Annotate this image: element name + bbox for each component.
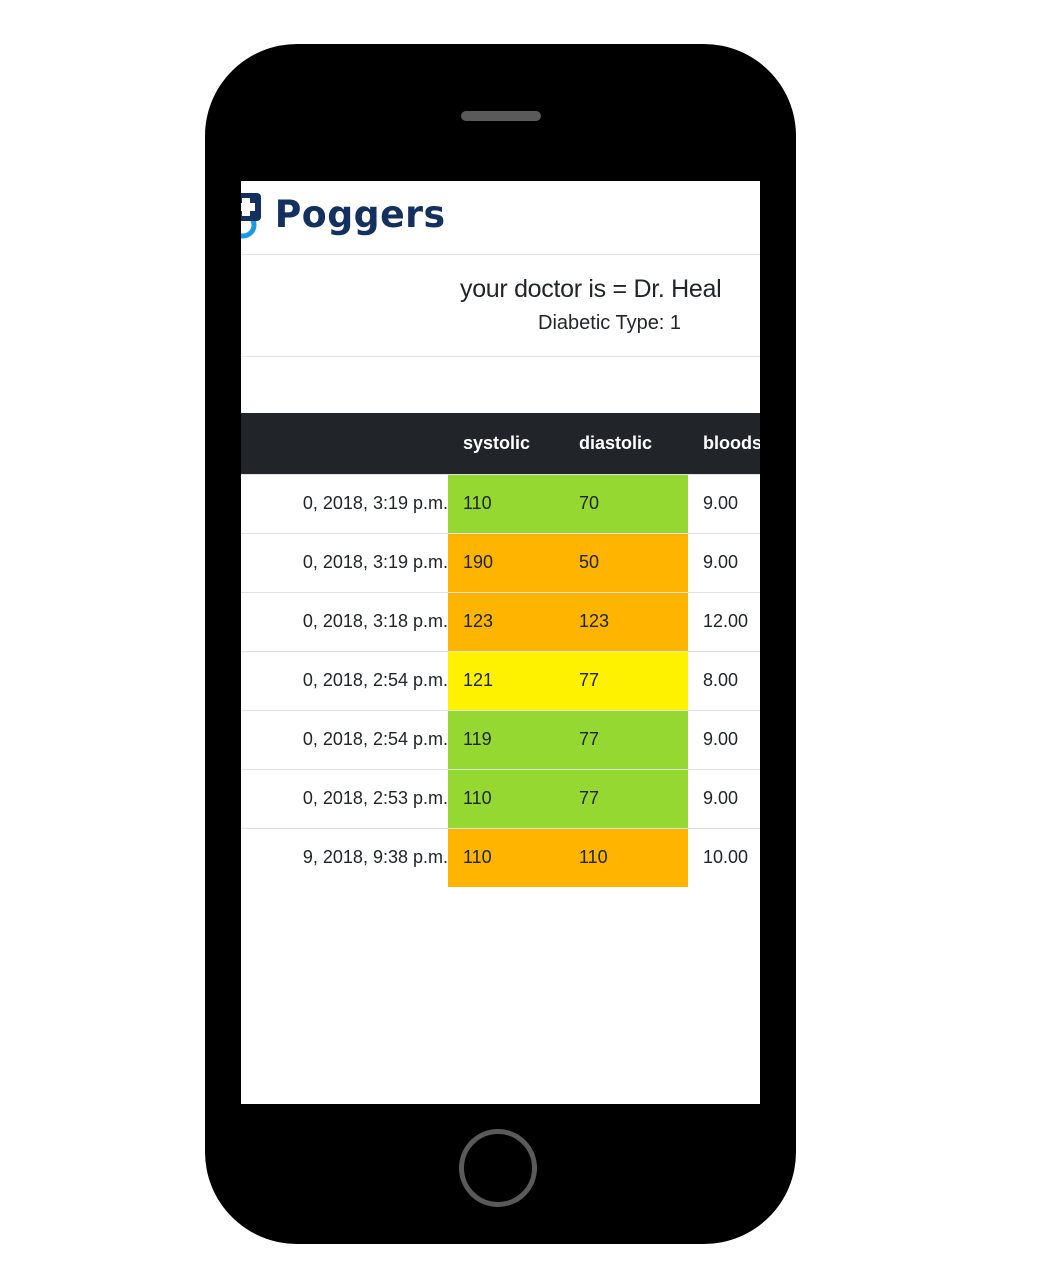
diastolic-value: 77 [564, 650, 688, 710]
header-bloodsugar: bloods [688, 413, 760, 474]
table-header-row: systolic diastolic bloods [241, 413, 760, 474]
diabetic-type: Diabetic Type: 1 [538, 312, 682, 334]
navbar: Poggers [241, 181, 760, 255]
reading-date: 0, 2018, 2:54 p.m. [241, 650, 448, 710]
medical-cross-icon [241, 193, 261, 239]
reading-date-text: 0, 2018, 3:18 p.m. [302, 611, 448, 631]
reading-date-text: 0, 2018, 3:19 p.m. [302, 493, 448, 513]
bloodsugar-value: 9.00 [688, 473, 760, 533]
reading-date-text: 0, 2018, 2:53 p.m. [302, 788, 448, 808]
reading-date-text: 0, 2018, 2:54 p.m. [302, 670, 448, 690]
table-row: 0, 2018, 3:19 p.m. 190 50 9.00 [241, 532, 760, 592]
systolic-value: 110 [448, 827, 564, 887]
bloodsugar-value: 9.00 [688, 768, 760, 828]
reading-date: 0, 2018, 3:19 p.m. [241, 473, 448, 533]
diastolic-value: 50 [564, 532, 688, 592]
brand-name: Poggers [274, 193, 446, 236]
table-row: 0, 2018, 2:54 p.m. 121 77 8.00 [241, 650, 760, 710]
phone-speaker [461, 111, 541, 121]
diastolic-value: 77 [564, 709, 688, 769]
systolic-value: 119 [448, 709, 564, 769]
header-date [241, 413, 448, 474]
diastolic-value: 123 [564, 591, 688, 651]
reading-date-text: 9, 2018, 9:38 p.m. [302, 847, 448, 868]
systolic-value: 110 [448, 768, 564, 828]
systolic-value: 123 [448, 591, 564, 651]
systolic-value: 110 [448, 473, 564, 533]
table-row: 0, 2018, 2:54 p.m. 119 77 9.00 [241, 709, 760, 769]
reading-date-text: 0, 2018, 2:54 p.m. [302, 729, 448, 749]
table-row: 0, 2018, 2:53 p.m. 110 77 9.00 [241, 768, 760, 828]
systolic-value: 121 [448, 650, 564, 710]
reading-date: 0, 2018, 3:18 p.m. [241, 591, 448, 651]
diastolic-value: 70 [564, 473, 688, 533]
home-button[interactable] [459, 1129, 537, 1207]
table-row: 0, 2018, 3:19 p.m. 110 70 9.00 [241, 473, 760, 533]
bloodsugar-value: 8.00 [688, 650, 760, 710]
header-systolic: systolic [448, 413, 564, 474]
doctor-name: your doctor is = Dr. Heal [460, 275, 722, 303]
brand-logo[interactable]: Poggers [241, 189, 447, 241]
reading-date: 9, 2018, 9:38 p.m. [241, 827, 448, 887]
bloodsugar-value: 12.00 [688, 591, 760, 651]
header-diastolic: diastolic [564, 413, 688, 474]
phone-screen: Poggers your doctor is = Dr. Heal Diabet… [241, 181, 760, 1104]
reading-date: 0, 2018, 3:19 p.m. [241, 532, 448, 592]
readings-table: systolic diastolic bloods 0, 2018, 3:19 … [241, 413, 760, 887]
systolic-value: 190 [448, 532, 564, 592]
bloodsugar-value: 9.00 [688, 709, 760, 769]
bloodsugar-value: 9.00 [688, 532, 760, 592]
table-row: 0, 2018, 3:18 p.m. 123 123 12.00 [241, 591, 760, 651]
diastolic-value: 77 [564, 768, 688, 828]
bloodsugar-value: 10.00 [688, 827, 760, 887]
diastolic-value: 110 [564, 827, 688, 887]
table-row: 9, 2018, 9:38 p.m. 110 110 10.00 [241, 827, 760, 887]
reading-date-text: 0, 2018, 3:19 p.m. [302, 552, 448, 572]
reading-date: 0, 2018, 2:54 p.m. [241, 709, 448, 769]
reading-date: 0, 2018, 2:53 p.m. [241, 768, 448, 828]
doctor-info: your doctor is = Dr. Heal Diabetic Type:… [241, 255, 760, 357]
readings-body: 0, 2018, 3:19 p.m. 110 70 9.00 0, 2018, 3:19… [241, 473, 760, 887]
